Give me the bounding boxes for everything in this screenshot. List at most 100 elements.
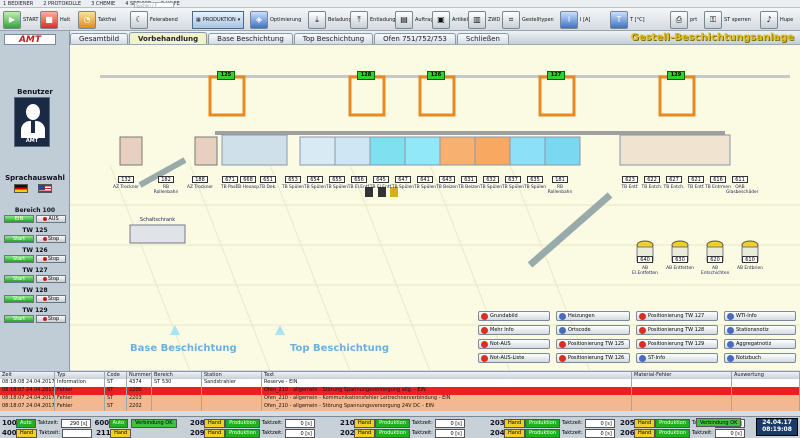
column-header[interactable]: Nummer: [127, 372, 152, 379]
top-beschichtung-label[interactable]: Top Beschichtung: [290, 343, 389, 354]
station-number[interactable]: 651: [260, 176, 276, 183]
station-number[interactable]: 182: [158, 176, 174, 183]
column-header[interactable]: Text: [262, 372, 632, 379]
crane-126-label[interactable]: 126: [427, 71, 445, 80]
aggregatnotiz-button[interactable]: Aggregatnotiz: [724, 339, 796, 349]
crane-129-label[interactable]: 129: [667, 71, 685, 80]
aus-button[interactable]: AUS: [36, 215, 66, 223]
station-number[interactable]: 611: [732, 176, 748, 183]
tab-schliessen[interactable]: Schließen: [456, 33, 509, 44]
column-header[interactable]: Code: [105, 372, 127, 379]
menu-item[interactable]: 1 BEDIENER: [3, 1, 33, 7]
us-flag-icon[interactable]: [38, 184, 52, 193]
column-header[interactable]: Auswertung: [732, 372, 800, 379]
pos-tw129-button[interactable]: Positionierung TW 129: [636, 339, 718, 349]
station-610-number[interactable]: 610: [742, 256, 758, 263]
station-number[interactable]: 632: [483, 176, 499, 183]
optimierung-button[interactable]: ◈ Optimierung: [250, 10, 301, 29]
mode-badge[interactable]: Hand: [16, 428, 38, 438]
production-badge[interactable]: Produktion: [525, 418, 560, 428]
production-badge[interactable]: Produktion: [375, 418, 410, 428]
mode-badge[interactable]: Auto: [108, 418, 129, 428]
mode-badge[interactable]: Hand: [354, 428, 376, 438]
alarm-row[interactable]: 08:18:08 24.04.2017 Information ST 4374 ST 5…: [0, 379, 800, 387]
mode-badge[interactable]: Hand: [110, 428, 132, 438]
start-button[interactable]: Start: [4, 235, 34, 243]
production-badge[interactable]: Produktion: [225, 418, 260, 428]
stop-button[interactable]: ■ Halt: [40, 10, 70, 29]
pos-tw127-button[interactable]: Positionierung TW 127: [636, 311, 718, 321]
current-button[interactable]: II [A]: [560, 10, 590, 29]
alarm-row[interactable]: 08:18:07 24.04.2017 Fehler ST 2203 Ofen_210 …: [0, 395, 800, 403]
start-button[interactable]: Start: [4, 315, 34, 323]
mode-badge[interactable]: Hand: [204, 418, 226, 428]
not-aus-liste-button[interactable]: Not-AUS-Liste: [478, 353, 550, 363]
pos-tw128-button[interactable]: Positionierung TW 128: [636, 325, 718, 335]
alarm-row[interactable]: 08:18:07 24.04.2017 Fehler ST 2202 Ofen_210 …: [0, 403, 800, 411]
hupe-button[interactable]: ♪ Hupe: [760, 10, 793, 29]
temperature-button[interactable]: TT [°C]: [610, 10, 645, 29]
production-badge[interactable]: Produktion: [655, 428, 690, 438]
mode-badge[interactable]: Auto: [16, 418, 36, 428]
station-number[interactable]: 637: [505, 176, 521, 183]
tab-ofen[interactable]: Ofen 751/752/753: [374, 33, 456, 44]
feierabend-button[interactable]: ☾ Feierabend: [130, 10, 178, 29]
station-number[interactable]: 635: [527, 176, 543, 183]
menu-item[interactable]: 3 CHEMIE: [91, 1, 115, 7]
station-number[interactable]: 671: [222, 176, 238, 183]
tab-vorbehandlung[interactable]: Vorbehandlung: [129, 32, 208, 44]
auftrag-button[interactable]: ▤ Auftrag: [395, 10, 434, 29]
column-header[interactable]: Station: [202, 372, 262, 379]
production-badge[interactable]: Produktion: [525, 428, 560, 438]
german-flag-icon[interactable]: [14, 184, 28, 193]
station-number[interactable]: 622: [644, 176, 660, 183]
entladung-button[interactable]: ⤒ Entladung: [350, 10, 395, 29]
artikel-button[interactable]: ▣ Artikel: [432, 10, 468, 29]
stop-button[interactable]: Stop: [36, 275, 66, 283]
production-badge[interactable]: Produktion: [225, 428, 260, 438]
station-number[interactable]: 668: [240, 176, 256, 183]
station-620-number[interactable]: 620: [707, 256, 723, 263]
mode-badge[interactable]: Hand: [504, 418, 526, 428]
stop-button[interactable]: Stop: [36, 255, 66, 263]
crane-125-label[interactable]: 125: [217, 71, 235, 80]
crane-127-label[interactable]: 127: [547, 71, 565, 80]
column-header[interactable]: Material-Fehler: [632, 372, 732, 379]
station-number[interactable]: 641: [417, 176, 433, 183]
schaltschrank-label[interactable]: Schaltschrank: [130, 217, 185, 223]
produktion-button[interactable]: ▦ PRODUKTION ▾: [192, 10, 245, 29]
start-button[interactable]: Start: [4, 275, 34, 283]
station-640-number[interactable]: 640: [637, 256, 653, 263]
station-number[interactable]: 181: [552, 176, 568, 183]
pos-tw126-button[interactable]: Positionierung TW 126: [556, 353, 630, 363]
tab-base-beschichtung[interactable]: Base Beschichtung: [208, 33, 293, 44]
not-aus-button[interactable]: Not-AUS: [478, 339, 550, 349]
station-number[interactable]: 631: [461, 176, 477, 183]
production-badge[interactable]: Produktion: [375, 428, 410, 438]
station-630-number[interactable]: 630: [672, 256, 688, 263]
mode-badge[interactable]: Hand: [634, 418, 656, 428]
mode-badge[interactable]: Hand: [204, 428, 226, 438]
mode-badge[interactable]: Hand: [634, 428, 656, 438]
station-number[interactable]: 645: [373, 176, 389, 183]
menu-item[interactable]: 2 PROTOKOLLE: [43, 1, 81, 7]
station-number[interactable]: 188: [192, 176, 208, 183]
wti-info-button[interactable]: WTI-Info: [724, 311, 796, 321]
st-info-button[interactable]: ST-Info: [636, 353, 718, 363]
column-header[interactable]: Zeit: [0, 372, 55, 379]
station-number[interactable]: 654: [307, 176, 323, 183]
mode-badge[interactable]: Hand: [354, 418, 376, 428]
production-badge[interactable]: Produktion: [655, 418, 690, 428]
stop-button[interactable]: Stop: [36, 295, 66, 303]
column-header[interactable]: Bereich: [152, 372, 202, 379]
avatar[interactable]: AMT: [14, 97, 50, 147]
sperren-button[interactable]: ⚿ ST sperren: [704, 10, 751, 29]
zwd-button[interactable]: ▥ ZWD: [468, 10, 500, 29]
base-beschichtung-label[interactable]: Base Beschichtung: [130, 343, 237, 354]
notizbuch-button[interactable]: Notizbuch: [724, 353, 796, 363]
tab-top-beschichtung[interactable]: Top Beschichtung: [293, 33, 374, 44]
stop-button[interactable]: Stop: [36, 315, 66, 323]
station-number[interactable]: 616: [710, 176, 726, 183]
ortscode-button[interactable]: Ortscode: [556, 325, 630, 335]
stationsnotiz-button[interactable]: Stationsnotiz: [724, 325, 796, 335]
